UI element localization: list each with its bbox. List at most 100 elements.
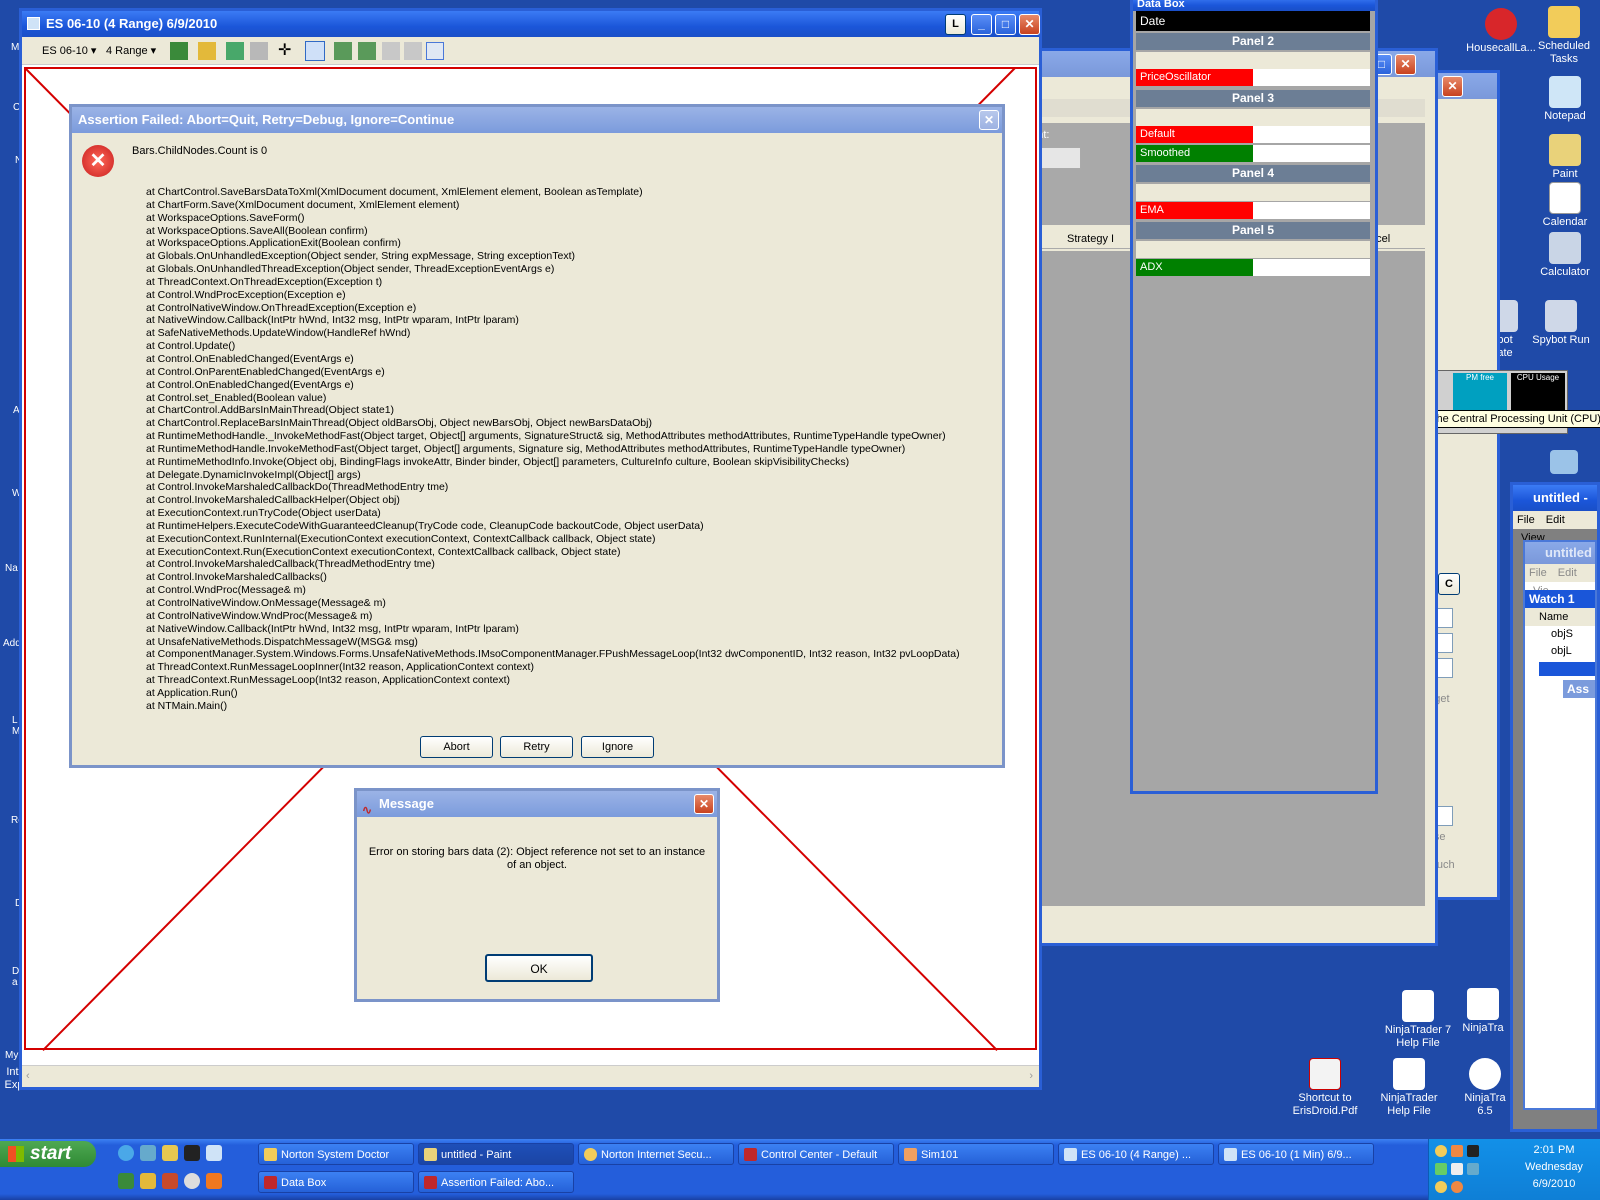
- assertion-failed-dialog[interactable]: Assertion Failed: Abort=Quit, Retry=Debu…: [69, 104, 1005, 768]
- folder-icon[interactable]: [162, 1145, 178, 1161]
- taskbar-item[interactable]: Control Center - Default: [738, 1143, 894, 1165]
- indicator-row: Default: [1136, 126, 1370, 143]
- start-button[interactable]: start: [0, 1141, 96, 1167]
- inner-paint-window[interactable]: untitled File Edit Vie Watch 1 Name objS…: [1523, 540, 1597, 1110]
- quick-launch-icon[interactable]: [118, 1173, 134, 1189]
- close-icon[interactable]: ✕: [979, 110, 999, 130]
- retry-button[interactable]: Retry: [500, 736, 573, 758]
- column-strategy[interactable]: Strategy I: [1067, 229, 1114, 249]
- strategies-icon[interactable]: [358, 42, 376, 60]
- assertion-title-bar[interactable]: Assertion Failed: Abort=Quit, Retry=Debu…: [72, 107, 1002, 133]
- taskbar-item[interactable]: ES 06-10 (4 Range) ...: [1058, 1143, 1214, 1165]
- chart-trader-icon[interactable]: [426, 42, 444, 60]
- abort-button[interactable]: Abort: [420, 736, 493, 758]
- c-button[interactable]: C: [1438, 573, 1460, 595]
- tray-icon[interactable]: [1467, 1145, 1479, 1157]
- spybot-run-desktop-icon[interactable]: Spybot Run: [1522, 300, 1600, 347]
- bar-type-icon[interactable]: [170, 42, 188, 60]
- network-icon[interactable]: [1467, 1163, 1479, 1175]
- close-icon[interactable]: ✕: [1019, 14, 1040, 35]
- quick-launch-icon[interactable]: [162, 1173, 178, 1189]
- crosshair-icon[interactable]: ✛: [278, 42, 298, 60]
- quick-launch: [116, 1143, 256, 1165]
- taskbar-item[interactable]: Norton Internet Secu...: [578, 1143, 734, 1165]
- stack-trace-line: at ControlNativeWindow.OnMessage(Message…: [146, 597, 386, 609]
- scroll-left-icon[interactable]: ‹: [26, 1070, 30, 1082]
- window-title[interactable]: untitled - P: [1513, 485, 1597, 531]
- calendar-desktop-icon[interactable]: Calendar: [1528, 182, 1600, 229]
- notepad-desktop-icon[interactable]: Notepad: [1528, 76, 1600, 123]
- tray-icon[interactable]: [1451, 1181, 1463, 1193]
- desktop-icon[interactable]: [206, 1145, 222, 1161]
- data-box-icon[interactable]: [404, 42, 422, 60]
- erisdroid-pdf-desktop-icon[interactable]: Shortcut to ErisDroid.Pdf: [1286, 1058, 1364, 1118]
- ninjatrader65-desktop-icon[interactable]: NinjaTra 6.5: [1460, 1058, 1510, 1118]
- period-selector[interactable]: 4 Range ▾: [106, 44, 156, 57]
- data-box-window[interactable]: Data Box Date Panel 2 PriceOscillator Pa…: [1130, 0, 1378, 794]
- properties-icon[interactable]: [334, 42, 352, 60]
- taskbar-item[interactable]: ES 06-10 (1 Min) 6/9...: [1218, 1143, 1374, 1165]
- taskbar-item[interactable]: untitled - Paint: [418, 1143, 574, 1165]
- taskbar-item[interactable]: Sim101: [898, 1143, 1054, 1165]
- lock-button[interactable]: L: [945, 14, 966, 35]
- message-dialog[interactable]: ∿ Message ✕ Error on storing bars data (…: [354, 788, 720, 1002]
- zoom-icon[interactable]: [305, 41, 325, 61]
- stack-trace-line: at UnsafeNativeMethods.DispatchMessageW(…: [146, 635, 418, 648]
- clock[interactable]: 2:01 PM Wednesday 6/9/2010: [1509, 1142, 1599, 1193]
- close-icon[interactable]: ✕: [1395, 54, 1416, 75]
- horizontal-scrollbar[interactable]: ‹ ›: [22, 1065, 1039, 1087]
- inner-window-title[interactable]: untitled: [1525, 542, 1595, 564]
- window-title[interactable]: Data Box: [1133, 0, 1375, 11]
- message-line: Error on storing bars data (2): Object r…: [368, 846, 706, 858]
- maximize-icon[interactable]: □: [995, 14, 1016, 35]
- quick-launch-icon[interactable]: [184, 1173, 200, 1189]
- stack-trace-line: at Control.OnParentEnabledChanged(EventA…: [146, 365, 385, 378]
- misc-desktop-icon[interactable]: [1544, 450, 1584, 476]
- speaker-icon[interactable]: [1451, 1163, 1463, 1175]
- ie-icon[interactable]: [118, 1145, 134, 1161]
- calculator-desktop-icon[interactable]: Calculator: [1528, 232, 1600, 279]
- paint-window[interactable]: untitled - P File Edit View untitled Fil…: [1510, 482, 1600, 1132]
- scroll-right-icon[interactable]: ›: [1029, 1070, 1033, 1082]
- taskbar-item-label: untitled - Paint: [441, 1149, 512, 1161]
- menu-file[interactable]: File: [1529, 567, 1547, 579]
- cmd-icon[interactable]: [184, 1145, 200, 1161]
- menu-file[interactable]: File: [1517, 514, 1535, 526]
- tray-icon[interactable]: [1451, 1145, 1463, 1157]
- indicators-icon[interactable]: [382, 42, 400, 60]
- drawing-tool-icon[interactable]: [198, 42, 216, 60]
- chart-title-bar[interactable]: ES 06-10 (4 Range) 6/9/2010 L _ □ ✕: [22, 11, 1040, 37]
- instrument-selector[interactable]: ES 06-10 ▾: [42, 44, 96, 57]
- watch-column-header[interactable]: Name: [1525, 608, 1595, 626]
- close-icon[interactable]: ✕: [694, 794, 714, 814]
- menu-edit[interactable]: Edit: [1546, 514, 1565, 526]
- nt7-help-desktop-icon[interactable]: NinjaTrader 7 Help File: [1378, 990, 1458, 1050]
- taskbar-item[interactable]: Data Box: [258, 1171, 414, 1193]
- vlc-icon[interactable]: [206, 1173, 222, 1189]
- close-icon[interactable]: ✕: [1442, 76, 1463, 97]
- ignore-button[interactable]: Ignore: [581, 736, 654, 758]
- tray-icon[interactable]: [1435, 1163, 1447, 1175]
- scheduled-tasks-desktop-icon[interactable]: Scheduled Tasks: [1526, 6, 1600, 66]
- date-row: Date: [1136, 11, 1370, 31]
- taskbar-item-label: ES 06-10 (1 Min) 6/9...: [1241, 1149, 1352, 1161]
- ok-button[interactable]: OK: [485, 954, 593, 982]
- watch-item[interactable]: objS: [1551, 628, 1573, 640]
- paint-desktop-icon[interactable]: Paint: [1528, 134, 1600, 181]
- pin-icon[interactable]: [226, 42, 244, 60]
- watch-item[interactable]: objL: [1551, 645, 1572, 657]
- paint-icon[interactable]: [140, 1173, 156, 1189]
- pin-disabled-icon[interactable]: [250, 42, 268, 60]
- ninjatrader-desktop-icon[interactable]: NinjaTra: [1458, 988, 1508, 1035]
- taskbar-item[interactable]: Norton System Doctor: [258, 1143, 414, 1165]
- tray-icon[interactable]: [1435, 1181, 1447, 1193]
- taskbar-item[interactable]: Assertion Failed: Abo...: [418, 1171, 574, 1193]
- stack-trace-line: at Control.WndProcException(Exception e): [146, 288, 346, 301]
- watch-selected-row[interactable]: [1539, 662, 1595, 676]
- quick-launch-icon[interactable]: [140, 1145, 156, 1161]
- message-title-bar[interactable]: ∿ Message ✕: [357, 791, 717, 817]
- minimize-icon[interactable]: _: [971, 14, 992, 35]
- nt-help-desktop-icon[interactable]: NinjaTrader Help File: [1370, 1058, 1448, 1118]
- tray-icon[interactable]: [1435, 1145, 1447, 1157]
- menu-edit[interactable]: Edit: [1558, 567, 1577, 579]
